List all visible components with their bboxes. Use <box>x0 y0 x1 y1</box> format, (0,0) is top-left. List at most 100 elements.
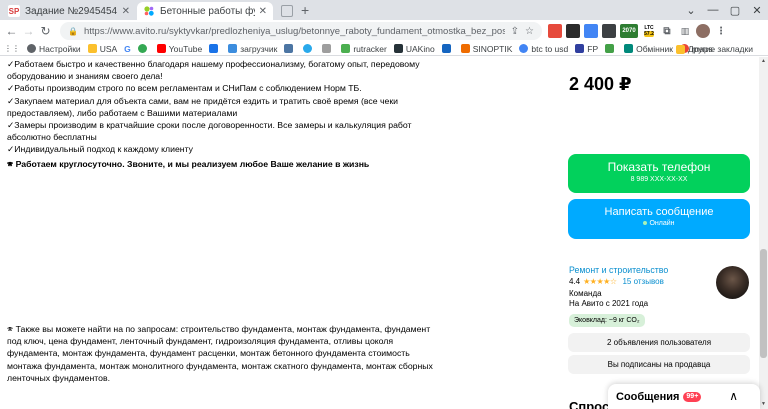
extensions-puzzle-icon[interactable]: ⧉ <box>660 24 674 38</box>
reload-icon[interactable]: ↻ <box>37 21 54 41</box>
bookmark-downloader[interactable]: загрузчик <box>228 44 277 54</box>
tab-blank[interactable] <box>275 2 299 20</box>
close-window-button[interactable]: ✕ <box>746 0 768 20</box>
bookmark-sinoptik[interactable]: SINOPTIK <box>460 44 512 54</box>
chevron-up-icon[interactable]: ∧ <box>729 389 738 403</box>
profile-avatar[interactable] <box>696 24 710 38</box>
browser-toolbar: ← → ↻ 🔒 https://www.avito.ru/syktyvkar/p… <box>0 20 768 42</box>
description-line: ✓Работаем быстро и качественно благодаря… <box>7 59 420 82</box>
browser-tab-strip: SP Задание №2945454 - просмотр з ✕ Бетон… <box>0 0 768 20</box>
tab-avito-listing[interactable]: Бетонные работы фундамент отм ✕ <box>137 2 273 20</box>
messages-count-badge: 99+ <box>683 391 702 402</box>
bookmark-btc[interactable]: btc to usd <box>519 44 568 54</box>
folder-icon <box>675 44 685 54</box>
youtube-icon <box>156 44 166 53</box>
bookmark-uakino[interactable]: UAKino <box>393 44 435 54</box>
settings-gear-icon <box>27 44 36 53</box>
bookmark-settings[interactable]: Настройки <box>27 44 81 54</box>
callout-text: 🕾 Работаем круглосуточно. Звоните, и мы … <box>7 158 370 169</box>
tab-close-icon[interactable]: ✕ <box>259 6 267 17</box>
reviews-link[interactable]: 15 отзывов <box>622 277 663 286</box>
bookmark-rutracker[interactable]: rutracker <box>341 44 387 54</box>
tab-title: Бетонные работы фундамент отм <box>160 5 255 17</box>
seller-avatar[interactable] <box>716 266 749 299</box>
seller-since: На Авито с 2021 года <box>569 299 649 308</box>
back-arrow-icon[interactable]: ← <box>3 21 20 41</box>
extensions-area: 2070 LTC 57.2 ⧉ ▥ ⋮ <box>548 24 732 38</box>
extension-gray-icon[interactable] <box>602 24 616 38</box>
show-phone-label: Показать телефон <box>607 160 711 174</box>
blue-square-icon <box>209 44 219 53</box>
tab-search-icon[interactable]: ⌄ <box>680 0 702 20</box>
tab-task[interactable]: SP Задание №2945454 - просмотр з ✕ <box>2 2 136 20</box>
write-message-button[interactable]: Написать сообщение Онлайн <box>568 199 750 239</box>
bookmark-google[interactable]: G <box>124 44 131 54</box>
green-square-icon <box>605 44 615 53</box>
new-tab-button[interactable]: + <box>301 3 309 17</box>
fp-icon <box>575 44 585 53</box>
subscribed-button[interactable]: Вы подписаны на продавца <box>568 355 750 374</box>
maximize-button[interactable]: ▢ <box>724 0 746 20</box>
bookmark-apps-icon[interactable]: ⋮⋮ <box>4 44 20 53</box>
seller-name-link[interactable]: Ремонт и строительство <box>569 265 668 275</box>
extension-dark-icon[interactable] <box>566 24 580 38</box>
bookmark-vk[interactable] <box>284 44 296 53</box>
bookmark-star-icon[interactable]: ☆ <box>525 26 534 37</box>
scroll-down-arrow-icon[interactable]: ▼ <box>759 400 768 409</box>
extension-red-icon[interactable] <box>548 24 562 38</box>
bookmark-gray[interactable] <box>322 44 334 53</box>
bookmark-other[interactable]: Другие закладки <box>675 42 753 56</box>
url-text: https://www.avito.ru/syktyvkar/predlozhe… <box>83 25 505 37</box>
tab-title: Задание №2945454 - просмотр з <box>25 5 118 17</box>
show-phone-button[interactable]: Показать телефон 8 989 XXX-XX-XX <box>568 154 750 193</box>
seller-type: Команда <box>569 289 602 298</box>
bookmark-blue[interactable] <box>209 44 221 53</box>
bookmark-exchanger[interactable]: Обмінник <box>624 44 673 54</box>
bookmark-flag[interactable] <box>441 44 454 53</box>
menu-kebab-icon[interactable]: ⋮ <box>714 24 728 38</box>
bookmark-maps-pin[interactable] <box>137 44 150 53</box>
write-message-label: Написать сообщение <box>604 206 714 218</box>
scroll-up-arrow-icon[interactable]: ▲ <box>759 57 768 66</box>
window-controls: ⌄ — ▢ ✕ <box>680 0 768 20</box>
bookmark-fp[interactable]: FP <box>575 44 598 54</box>
page-favicon-icon <box>281 5 293 17</box>
sinoptik-icon <box>460 44 470 53</box>
bookmark-youtube[interactable]: YouTube <box>156 44 202 54</box>
forward-arrow-icon[interactable]: → <box>20 21 37 41</box>
sidebar-icon[interactable]: ▥ <box>678 24 692 38</box>
bookmark-green[interactable] <box>605 44 617 53</box>
description-line: ✓Работы производим строго по всем реглам… <box>7 83 362 94</box>
online-status: Онлайн <box>568 220 750 227</box>
rating-value: 4.4 <box>569 277 581 286</box>
page-content: ✓Работаем быстро и качественно благодаря… <box>0 57 768 409</box>
share-icon[interactable]: ⇪ <box>511 26 519 37</box>
exchanger-icon <box>624 44 634 53</box>
page-scrollbar[interactable]: ▲ ▼ <box>759 57 768 409</box>
minimize-button[interactable]: — <box>702 0 724 20</box>
messages-label: Сообщения <box>616 390 680 403</box>
seller-rating: 4.4 ★★★★☆ 15 отзывов <box>569 277 664 286</box>
seller-listings-button[interactable]: 2 объявления пользователя <box>568 333 750 352</box>
ltc-ticker[interactable]: LTC 57.2 <box>642 24 656 38</box>
price: 2 400 ₽ <box>569 74 632 94</box>
phone-mask: 8 989 XXX-XX-XX <box>630 176 688 183</box>
lock-icon[interactable]: 🔒 <box>68 27 78 36</box>
search-keywords-text: 🕾 Также вы можете найти на по запросам: … <box>7 324 433 383</box>
eco-contribution-badge[interactable]: Эковклад: ~9 кг CO₂ <box>569 314 645 327</box>
extension-blue-icon[interactable] <box>584 24 598 38</box>
avito-favicon-icon <box>143 5 155 17</box>
flag-icon <box>441 44 451 53</box>
description-line: ✓Индивидуальный подход к каждому клиенту <box>7 144 193 155</box>
scroll-thumb[interactable] <box>760 249 767 358</box>
bookmark-usa[interactable]: USA <box>87 44 117 54</box>
bookmark-telegram[interactable] <box>303 44 315 53</box>
rutracker-icon <box>341 44 351 53</box>
google-icon <box>519 44 529 53</box>
sp-favicon-icon: SP <box>8 5 20 17</box>
messages-widget[interactable]: Сообщения 99+ ∧ <box>608 384 760 409</box>
uakino-icon <box>393 44 403 53</box>
extension-count-badge[interactable]: 2070 <box>620 24 638 38</box>
tab-close-icon[interactable]: ✕ <box>122 6 130 17</box>
address-bar[interactable]: 🔒 https://www.avito.ru/syktyvkar/predloz… <box>60 22 542 40</box>
